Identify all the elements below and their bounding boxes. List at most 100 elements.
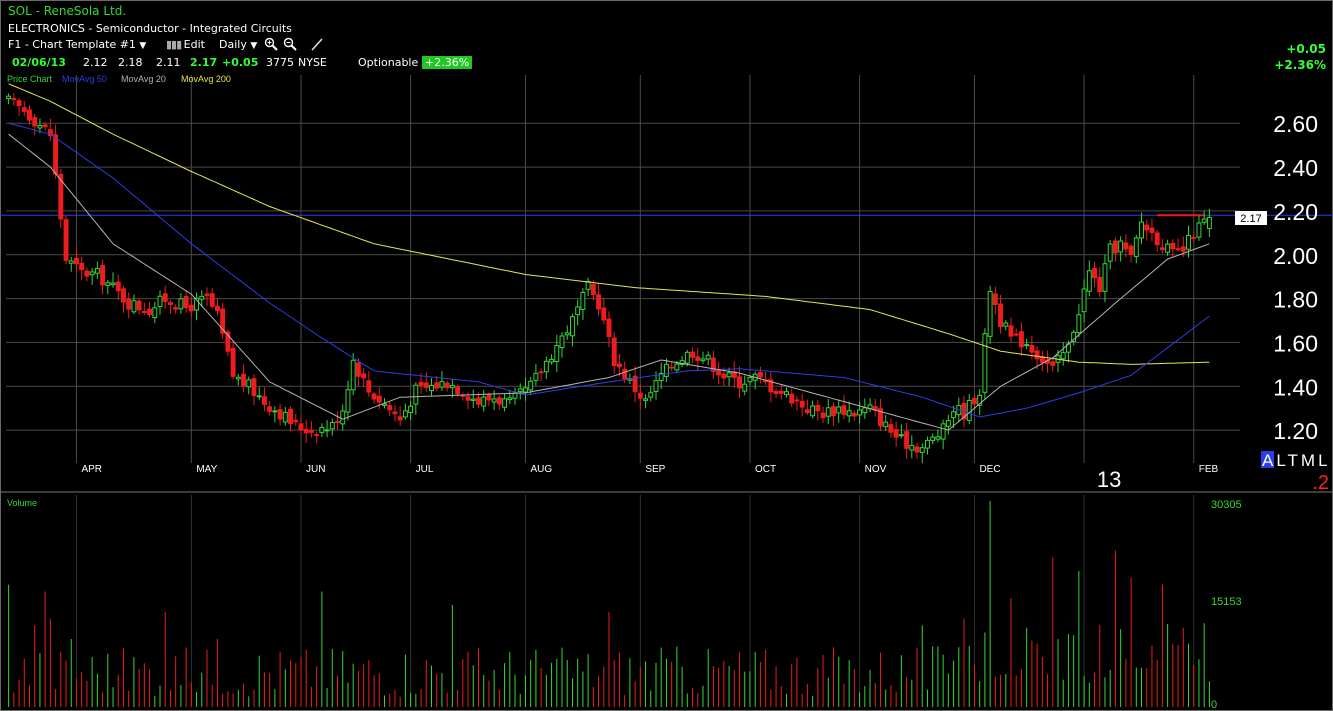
candle-body bbox=[998, 303, 1004, 328]
candle-body bbox=[42, 124, 48, 128]
candle-body bbox=[449, 385, 455, 389]
candle-body bbox=[402, 410, 408, 418]
candle-body bbox=[89, 271, 95, 276]
candle-body bbox=[282, 411, 288, 423]
month-label: OCT bbox=[755, 464, 776, 475]
candle-body bbox=[11, 98, 17, 101]
candle-body bbox=[543, 360, 549, 373]
candle-body bbox=[596, 294, 602, 310]
candle-body bbox=[303, 428, 309, 434]
candle-body bbox=[1060, 352, 1066, 360]
candle-body bbox=[491, 398, 497, 403]
candle-body bbox=[669, 366, 675, 369]
candle-body bbox=[214, 305, 220, 312]
candle-body bbox=[329, 422, 335, 430]
candle-body bbox=[971, 397, 977, 405]
candle-body bbox=[152, 307, 158, 319]
candle-body bbox=[528, 380, 534, 391]
candlesticks bbox=[6, 93, 1212, 464]
candle-body bbox=[611, 337, 617, 366]
candle-body bbox=[914, 446, 920, 453]
candle-body bbox=[789, 393, 795, 404]
chart-mode-selector[interactable]: ALTML bbox=[1261, 451, 1331, 470]
candle-body bbox=[423, 382, 429, 388]
month-label: MAY bbox=[196, 464, 217, 475]
candle-body bbox=[538, 371, 544, 374]
candle-body bbox=[773, 390, 779, 395]
candle-body bbox=[345, 389, 351, 413]
candle-body bbox=[992, 293, 998, 306]
price-tick-label: 2.00 bbox=[1273, 243, 1318, 269]
candle-body bbox=[298, 423, 304, 431]
candle-body bbox=[930, 436, 936, 441]
candle-body bbox=[690, 351, 695, 358]
candle-body bbox=[272, 410, 278, 413]
candle-body bbox=[554, 345, 560, 362]
candle-body bbox=[1050, 361, 1056, 366]
candle-body bbox=[1086, 270, 1092, 292]
candle-body bbox=[204, 293, 210, 296]
candle-body bbox=[481, 396, 487, 407]
candle-body bbox=[1092, 267, 1097, 279]
candle-body bbox=[439, 381, 445, 388]
candle-body bbox=[366, 380, 372, 393]
stock-chart[interactable]: Price Chart MovAvg 50 MovAvg 20 MovAvg 2… bbox=[0, 0, 1333, 711]
candle-body bbox=[1191, 236, 1197, 239]
candle-body bbox=[429, 384, 434, 392]
candle-body bbox=[585, 281, 591, 290]
month-label: SEP bbox=[645, 464, 665, 475]
candle-body bbox=[476, 397, 481, 405]
candle-body bbox=[256, 395, 262, 398]
candle-body bbox=[350, 359, 356, 391]
price-tick-label: 1.40 bbox=[1273, 374, 1318, 400]
candle-body bbox=[794, 399, 800, 402]
candle-body bbox=[904, 431, 910, 449]
candle-body bbox=[241, 373, 247, 387]
candle-body bbox=[6, 95, 12, 100]
candle-body bbox=[392, 411, 398, 415]
candle-body bbox=[1165, 243, 1171, 253]
candle-body bbox=[549, 358, 555, 363]
volume-bars bbox=[8, 501, 1210, 707]
candle-body bbox=[836, 406, 842, 414]
candle-body bbox=[945, 420, 951, 427]
candle-body bbox=[815, 404, 821, 412]
candle-body bbox=[747, 376, 753, 383]
candle-body bbox=[1107, 243, 1113, 262]
price-tick-label: 1.80 bbox=[1273, 287, 1318, 313]
candle-body bbox=[857, 409, 863, 416]
candle-body bbox=[951, 411, 957, 419]
candle-body bbox=[147, 308, 153, 316]
candle-body bbox=[209, 293, 215, 307]
candle-body bbox=[251, 378, 257, 397]
candle-body bbox=[63, 219, 69, 261]
candle-body bbox=[277, 409, 283, 420]
candle-body bbox=[324, 429, 330, 432]
candle-body bbox=[606, 318, 612, 338]
candle-body bbox=[846, 410, 852, 417]
candle-body bbox=[387, 405, 393, 411]
candle-body bbox=[53, 134, 59, 175]
candle-body bbox=[716, 369, 722, 376]
candle-body bbox=[1201, 218, 1207, 223]
candle-body bbox=[502, 398, 508, 408]
candle-body bbox=[841, 405, 847, 415]
candle-body bbox=[115, 281, 121, 292]
candle-body bbox=[601, 307, 607, 321]
candle-body bbox=[888, 424, 894, 433]
candle-body bbox=[16, 100, 22, 107]
candle-body bbox=[131, 300, 137, 313]
candle-body bbox=[470, 398, 476, 401]
ma20-line bbox=[8, 133, 1210, 431]
candle-body bbox=[590, 283, 596, 296]
candle-body bbox=[126, 298, 132, 310]
candle-body bbox=[267, 406, 273, 412]
candle-body bbox=[695, 356, 701, 361]
candle-body bbox=[136, 300, 142, 311]
candle-body bbox=[825, 407, 831, 417]
candle-body bbox=[178, 298, 184, 310]
ma50-label: MovAvg 50 bbox=[62, 74, 107, 84]
corner-value: .2 bbox=[1312, 472, 1329, 494]
candle-body bbox=[74, 257, 79, 265]
candle-body bbox=[1029, 344, 1035, 353]
